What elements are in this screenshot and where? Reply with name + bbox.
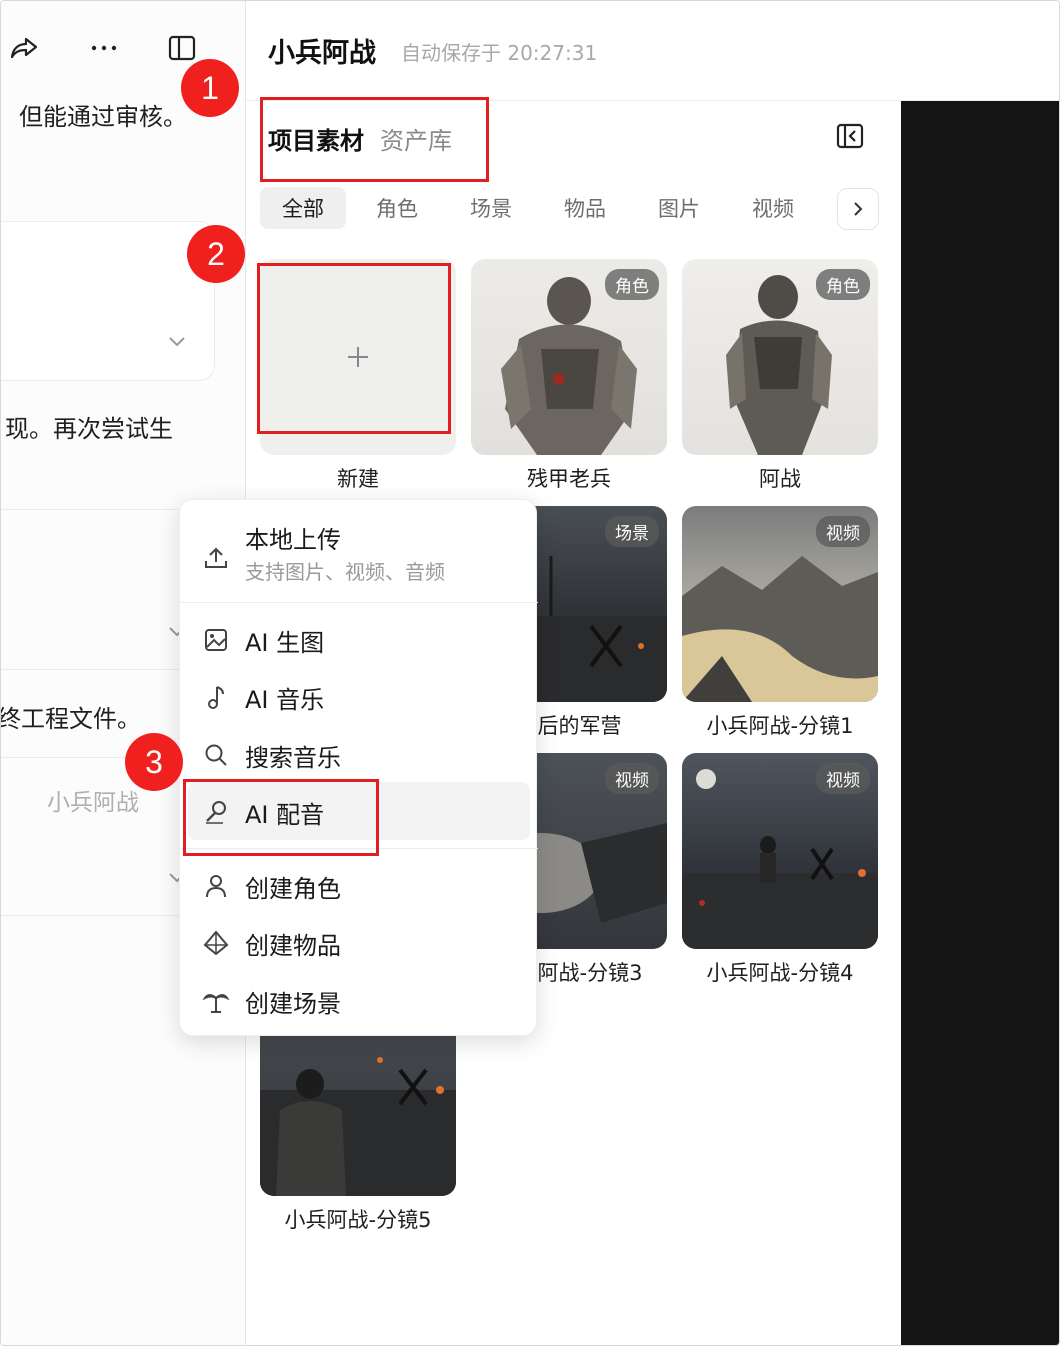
- palm-tree-icon: [202, 987, 230, 1015]
- app-window: 但能通过审核。 现。再次尝试生 终工程文件。 小兵阿战 小兵阿战 自动保存于 2…: [0, 0, 1060, 1346]
- annotation-box: [183, 779, 379, 856]
- asset-thumbnail: 角色: [682, 259, 878, 455]
- asset-caption: 阿战: [759, 467, 801, 491]
- asset-thumbnail: 视频: [682, 506, 878, 702]
- asset-card[interactable]: 角色 残甲老兵: [471, 259, 667, 493]
- menu-label: 本地上传: [245, 526, 341, 554]
- asset-card[interactable]: 视频 小兵阿战-分镜4: [682, 753, 878, 987]
- asset-badge: 视频: [816, 516, 870, 547]
- chat-card: [1, 221, 215, 381]
- asset-card[interactable]: 视频 小兵阿战-分镜1: [682, 506, 878, 740]
- filters-next-button[interactable]: [837, 188, 879, 230]
- menu-label: AI 音乐: [245, 685, 325, 714]
- annotation-marker: 2: [187, 225, 245, 283]
- sidebar-toggle-icon[interactable]: [165, 31, 199, 65]
- filter-scene[interactable]: 场景: [448, 187, 534, 229]
- asset-thumbnail: 角色: [471, 259, 667, 455]
- top-bar: 小兵阿战 自动保存于 20:27:31: [246, 1, 1059, 101]
- filter-image[interactable]: 图片: [636, 187, 722, 229]
- gem-icon: [202, 929, 230, 957]
- image-icon: [202, 626, 230, 654]
- annotation-marker: 1: [181, 59, 239, 117]
- menu-item-create-item[interactable]: 创建物品: [180, 918, 538, 968]
- filter-all[interactable]: 全部: [260, 187, 346, 229]
- menu-item-ai-image[interactable]: AI 生图: [180, 615, 538, 665]
- asset-badge: 角色: [816, 269, 870, 300]
- asset-badge: 视频: [816, 763, 870, 794]
- divider: [180, 602, 538, 603]
- annotation-marker: 3: [125, 733, 183, 791]
- filter-role[interactable]: 角色: [354, 187, 440, 229]
- menu-label: 创建角色: [245, 874, 341, 903]
- asset-caption: 残甲老兵: [527, 467, 611, 491]
- filter-item[interactable]: 物品: [542, 187, 628, 229]
- menu-sublabel: 支持图片、视频、音频: [245, 560, 445, 584]
- asset-badge: 角色: [605, 269, 659, 300]
- menu-item-search-music[interactable]: 搜索音乐: [180, 730, 538, 780]
- annotation-box: [257, 263, 451, 434]
- asset-caption: 新建: [337, 467, 379, 491]
- asset-caption: 小兵阿战-分镜4: [706, 961, 854, 985]
- chevron-down-icon[interactable]: [167, 331, 187, 351]
- filter-video[interactable]: 视频: [730, 187, 816, 229]
- asset-badge: 场景: [605, 516, 659, 547]
- search-icon: [202, 741, 230, 769]
- autosave-status: 自动保存于 20:27:31: [401, 41, 598, 65]
- user-icon: [202, 872, 230, 900]
- add-asset-menu: 本地上传 支持图片、视频、音频 AI 生图 AI 音乐 搜索音乐 AI 配音 创…: [179, 499, 538, 1036]
- collapse-panel-icon[interactable]: [836, 122, 864, 150]
- chat-reference[interactable]: 小兵阿战: [47, 783, 139, 817]
- asset-badge: 视频: [605, 763, 659, 794]
- asset-card[interactable]: 角色 阿战: [682, 259, 878, 493]
- menu-item-create-role[interactable]: 创建角色: [180, 861, 538, 911]
- chat-text: 终工程文件。: [1, 705, 141, 733]
- asset-caption: 小兵阿战-分镜1: [706, 714, 854, 738]
- menu-label: 搜索音乐: [245, 743, 341, 772]
- menu-label: AI 生图: [245, 628, 325, 657]
- annotation-box: [260, 97, 489, 182]
- preview-area: [901, 101, 1059, 1345]
- menu-item-ai-music[interactable]: AI 音乐: [180, 672, 538, 722]
- filter-chips: 全部 角色 场景 物品 图片 视频: [260, 187, 824, 229]
- chat-text: 现。再次尝试生: [5, 415, 173, 443]
- music-note-icon: [202, 683, 230, 711]
- chat-text: 但能通过审核。: [19, 103, 187, 131]
- share-icon[interactable]: [7, 31, 41, 65]
- menu-item-create-scene[interactable]: 创建场景: [180, 976, 538, 1026]
- asset-caption: 小兵阿战-分镜5: [284, 1208, 432, 1232]
- more-icon[interactable]: [87, 31, 121, 65]
- upload-icon: [202, 544, 230, 572]
- chevron-right-icon: [854, 202, 863, 216]
- project-title: 小兵阿战: [268, 38, 376, 69]
- menu-label: 创建场景: [245, 989, 341, 1018]
- menu-label: 创建物品: [245, 931, 341, 960]
- asset-thumbnail: 视频: [682, 753, 878, 949]
